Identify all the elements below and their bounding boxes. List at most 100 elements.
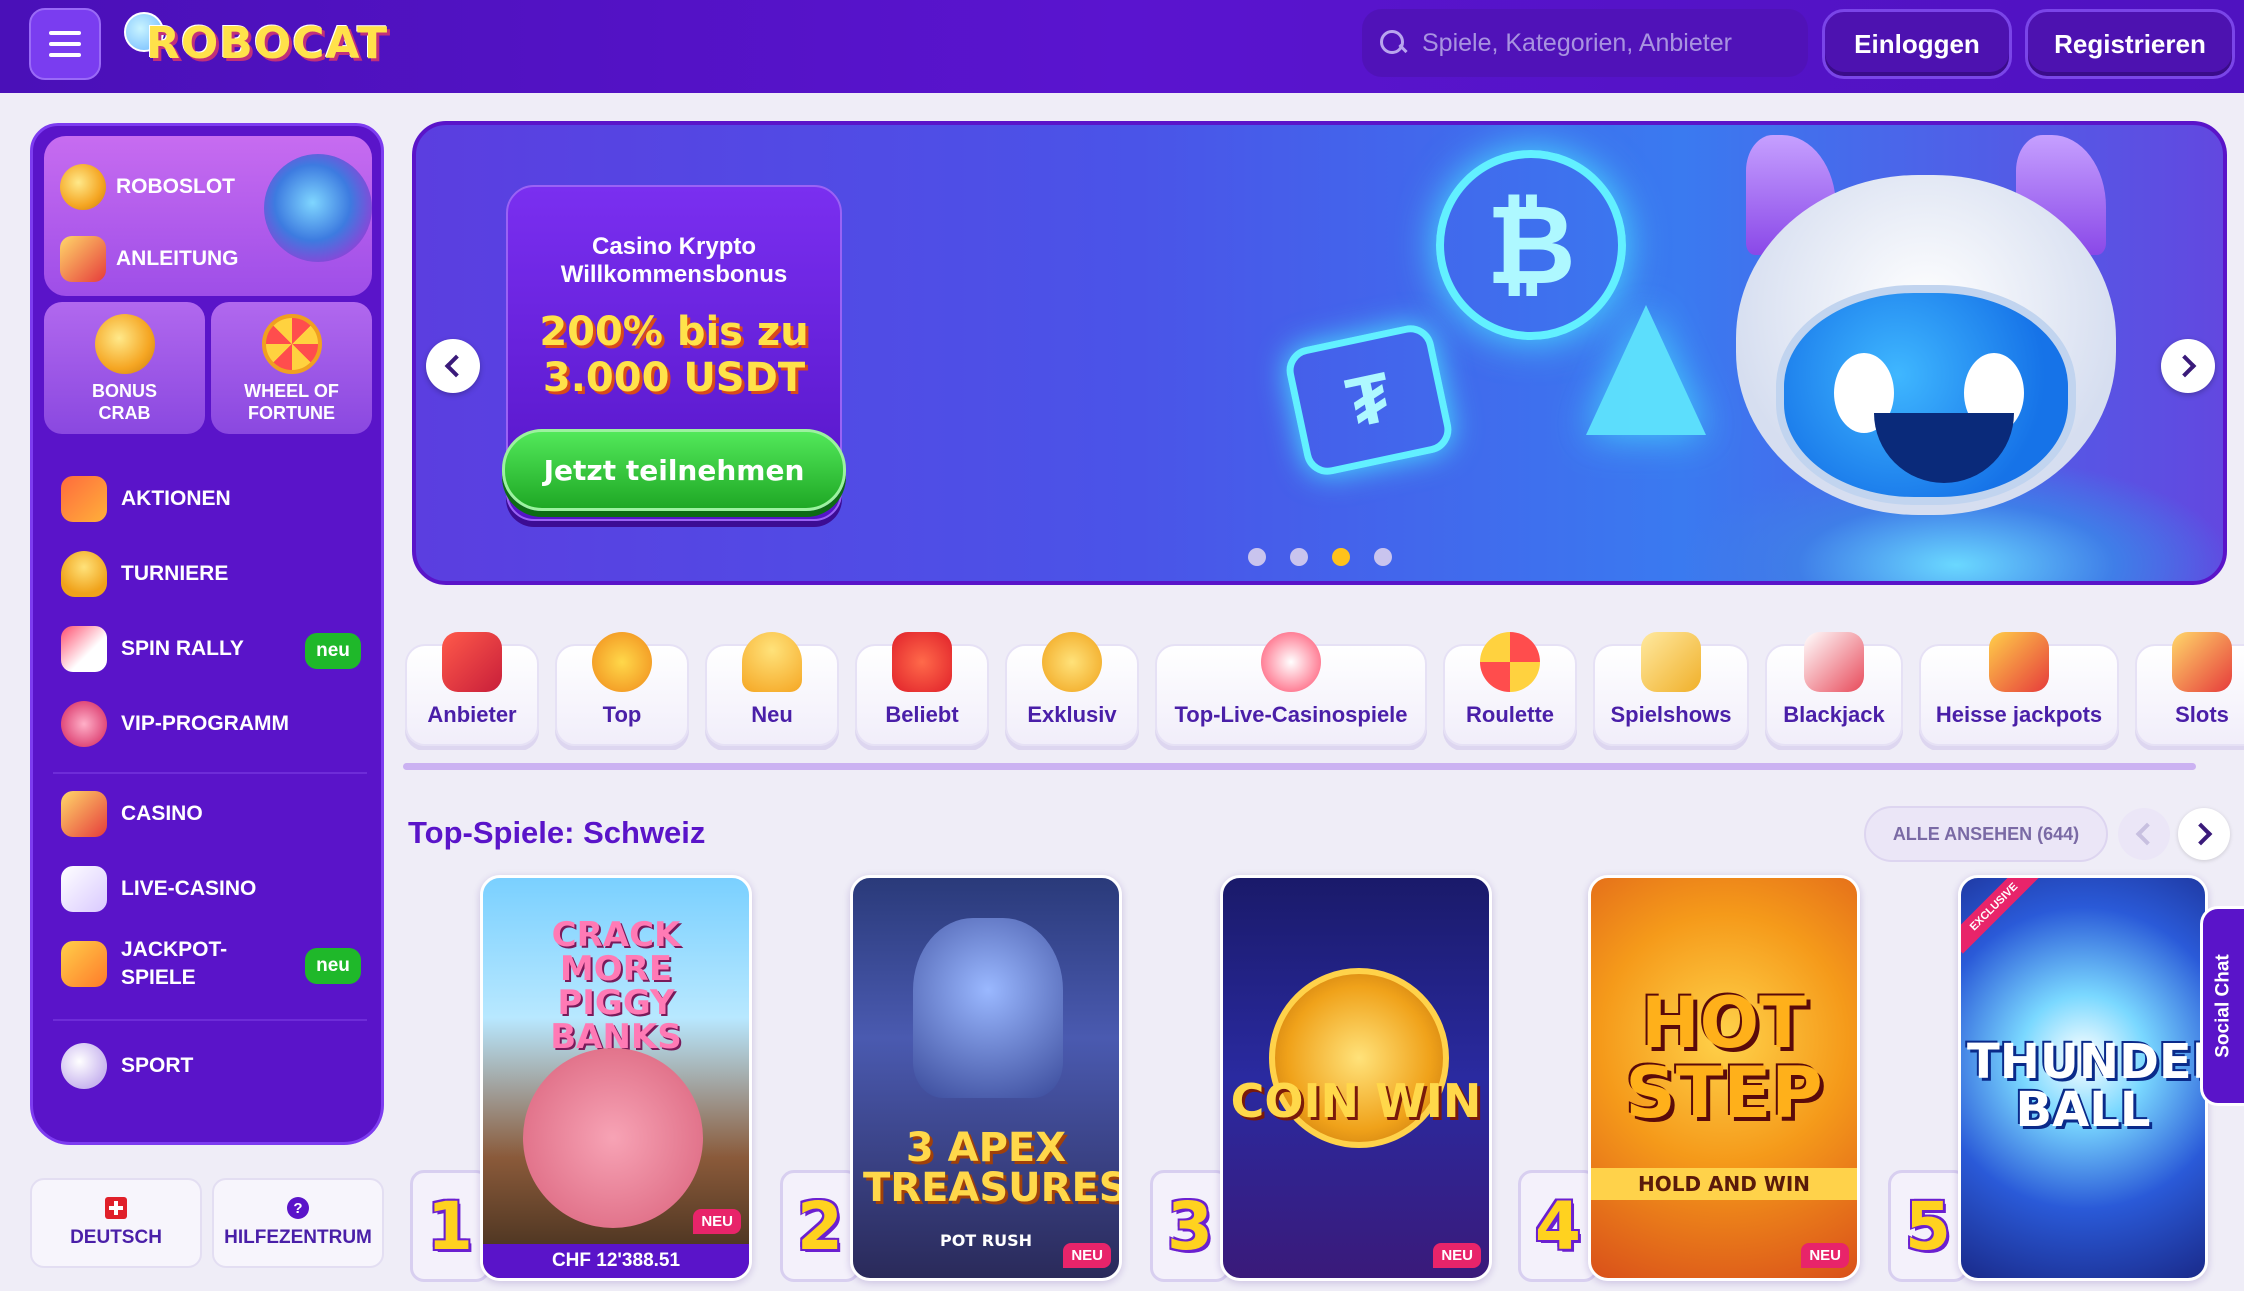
sidebar-item-anleitung[interactable]: ANLEITUNG: [60, 232, 239, 286]
new-tag: NEU: [1801, 1243, 1849, 1268]
category-beliebt[interactable]: Beliebt: [855, 632, 989, 746]
game-card[interactable]: EXCLUSIVE THUNDER BALL: [1958, 875, 2208, 1281]
category-label: Blackjack: [1783, 702, 1885, 727]
promo-banner[interactable]: ₿ ₮ Casino Krypto Willkommensbonus 200% …: [412, 121, 2227, 585]
site-logo[interactable]: ROBOCAT: [124, 10, 387, 78]
join-now-button[interactable]: Jetzt teilnehmen: [502, 429, 846, 511]
sidebar-item-label: JACKPOT-SPIELE: [121, 938, 228, 989]
game-card[interactable]: CRACK MORE PIGGY BANKS NEU CHF 12'388.51: [480, 875, 752, 1281]
rank-number: 3: [1150, 1170, 1230, 1282]
top-icon: [592, 632, 652, 692]
new-tag: NEU: [1063, 1243, 1111, 1268]
menu-button[interactable]: [29, 8, 101, 80]
view-all-button[interactable]: ALLE ANSEHEN (644): [1864, 806, 2108, 862]
slot-icon: [61, 791, 107, 837]
help-label: HILFEZENTRUM: [224, 1227, 372, 1248]
hamburger-icon: [49, 31, 81, 35]
help-center-button[interactable]: ? HILFEZENTRUM: [212, 1178, 384, 1268]
exclusive-tag: EXCLUSIVE: [1961, 878, 2041, 954]
sidebar-item-live-casino[interactable]: LIVE-CASINO: [61, 859, 361, 919]
sidebar-item-sport[interactable]: SPORT: [61, 1036, 361, 1096]
category-blackjack[interactable]: Blackjack: [1765, 632, 1903, 746]
category-label: Top: [602, 702, 642, 727]
game-title: CRACK MORE PIGGY BANKS: [550, 915, 682, 1057]
category-exklusiv[interactable]: Exklusiv: [1005, 632, 1139, 746]
cards-icon: [61, 866, 107, 912]
rank-number: 2: [780, 1170, 860, 1282]
tile-wheel-of-fortune[interactable]: WHEEL OF FORTUNE: [211, 302, 372, 434]
promo-card: Casino Krypto Willkommensbonus 200% bis …: [502, 185, 846, 521]
slide-dot[interactable]: [1290, 548, 1308, 566]
slide-dot[interactable]: [1374, 548, 1392, 566]
chip-icon: [1261, 632, 1321, 692]
robot-smile: [1874, 413, 2014, 483]
sidebar-item-label: AKTIONEN: [121, 487, 231, 510]
tile-label: WHEEL OF FORTUNE: [244, 381, 339, 423]
show-icon: [1641, 632, 1701, 692]
vip-icon: [61, 701, 107, 747]
bell-icon: [742, 632, 802, 692]
sidebar-divider: [53, 772, 367, 774]
sidebar-item-turniere[interactable]: TURNIERE: [61, 544, 361, 604]
category-label: Heisse jackpots: [1935, 702, 2103, 727]
category-label: Neu: [751, 702, 793, 727]
social-chat-tab[interactable]: Social Chat: [2200, 906, 2244, 1106]
promo-subtitle: Casino Krypto Willkommensbonus: [560, 233, 788, 288]
search-input[interactable]: [1422, 28, 1802, 58]
slide-dot-active[interactable]: [1332, 548, 1350, 566]
game-card[interactable]: COIN WIN NEU: [1220, 875, 1492, 1281]
slots-icon: [2172, 632, 2232, 692]
banner-prev-button[interactable]: [426, 339, 480, 393]
category-scrollbar[interactable]: [403, 763, 2196, 770]
language-button[interactable]: DEUTSCH: [30, 1178, 202, 1268]
gift-icon: [61, 476, 107, 522]
sidebar-item-spin-rally[interactable]: SPIN RALLY neu: [61, 619, 361, 679]
category-anbieter[interactable]: Anbieter: [405, 632, 539, 746]
provider-icon: [442, 632, 502, 692]
category-bar: Anbieter Top Neu Beliebt Exklusiv Top-Li…: [405, 620, 2244, 750]
logo-text: ROBOCAT: [146, 18, 389, 69]
sidebar-item-aktionen[interactable]: AKTIONEN: [61, 469, 361, 529]
games-prev-button[interactable]: [2118, 808, 2170, 860]
robot-head: [1736, 175, 2116, 515]
sidebar-item-roboslot[interactable]: ROBOSLOT: [60, 160, 235, 214]
game-title: 3 APEX TREASURES: [863, 1125, 1122, 1211]
sidebar-item-jackpot[interactable]: JACKPOT-SPIELE neu: [61, 934, 361, 994]
new-badge: neu: [305, 948, 361, 984]
category-slots[interactable]: Slots: [2135, 632, 2244, 746]
tether-icon: ₮: [1282, 320, 1456, 480]
category-spielshows[interactable]: Spielshows: [1593, 632, 1749, 746]
game-title: HOT STEP: [1625, 982, 1823, 1134]
social-chat-label: Social Chat: [2212, 954, 2234, 1058]
category-top[interactable]: Top: [555, 632, 689, 746]
trophy-icon: [61, 551, 107, 597]
register-button[interactable]: Registrieren: [2025, 9, 2235, 79]
sidebar: ROBOSLOT ANLEITUNG BONUS CRAB WHEEL OF F…: [30, 123, 384, 1145]
sidebar-item-label: VIP-PROGRAMM: [121, 712, 289, 735]
tile-bonus-crab[interactable]: BONUS CRAB: [44, 302, 205, 434]
login-button[interactable]: Einloggen: [1822, 9, 2012, 79]
new-tag: NEU: [693, 1209, 741, 1234]
sidebar-item-casino[interactable]: CASINO: [61, 784, 361, 844]
slide-dot[interactable]: [1248, 548, 1266, 566]
roboslot-coin-icon: [60, 164, 106, 210]
game-card[interactable]: 3 APEX TREASURES POT RUSH NEU: [850, 875, 1122, 1281]
jackpot-icon: [1989, 632, 2049, 692]
category-top-live[interactable]: Top-Live-Casinospiele: [1155, 632, 1427, 746]
games-next-button[interactable]: [2178, 808, 2230, 860]
ethereum-icon: [1586, 305, 1706, 435]
category-heisse-jackpots[interactable]: Heisse jackpots: [1919, 632, 2119, 746]
category-roulette[interactable]: Roulette: [1443, 632, 1577, 746]
roboslot-panel[interactable]: ROBOSLOT ANLEITUNG: [44, 136, 372, 296]
search-box[interactable]: [1362, 9, 1808, 77]
ball-icon: [61, 1043, 107, 1089]
game-card[interactable]: HOT STEP HOLD AND WIN NEU: [1588, 875, 1860, 1281]
category-neu[interactable]: Neu: [705, 632, 839, 746]
banner-next-button[interactable]: [2161, 339, 2215, 393]
category-label: Roulette: [1466, 702, 1554, 727]
sidebar-item-vip[interactable]: VIP-PROGRAMM: [61, 694, 361, 754]
category-label: Beliebt: [885, 702, 959, 727]
gem-icon: [1042, 632, 1102, 692]
swiss-flag-icon: [105, 1197, 127, 1219]
tile-label: BONUS CRAB: [91, 381, 157, 423]
